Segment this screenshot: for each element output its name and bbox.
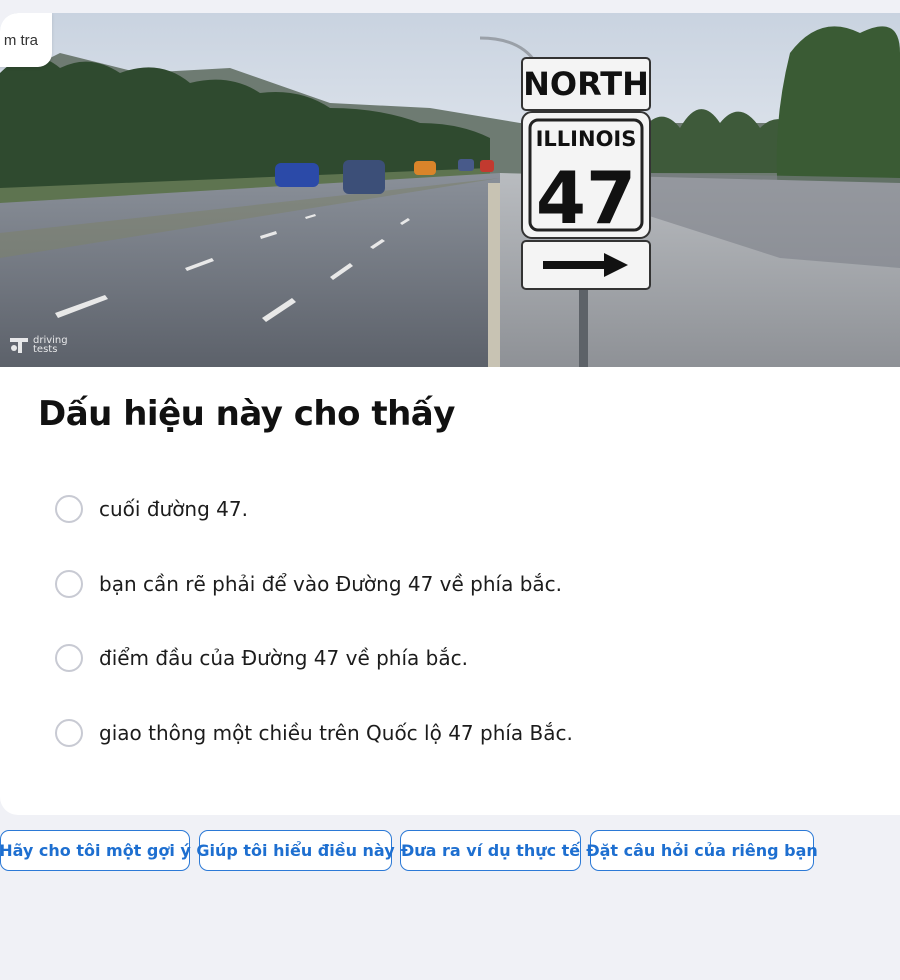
radio-button[interactable]: [55, 718, 83, 747]
answer-option-1[interactable]: cuối đường 47.: [55, 495, 573, 523]
answer-option-2[interactable]: bạn cần rẽ phải để vào Đường 47 về phía …: [55, 569, 573, 598]
sign-north-text: NORTH: [523, 65, 649, 103]
question-card: NORTH ILLINOIS 47 m tra driving tests Dấ…: [0, 13, 900, 815]
real-example-button[interactable]: Đưa ra ví dụ thực tế: [400, 830, 581, 871]
radio-button[interactable]: [55, 569, 83, 598]
check-button-label: m tra: [3, 31, 38, 49]
answer-option-label: giao thông một chiều trên Quốc lộ 47 phí…: [99, 720, 573, 745]
answer-option-3[interactable]: điểm đầu của Đường 47 về phía bắc.: [55, 644, 573, 672]
driving-tests-wordmark: driving tests: [33, 335, 68, 355]
radio-button[interactable]: [55, 644, 83, 672]
question-image: NORTH ILLINOIS 47: [0, 13, 900, 367]
answer-option-label: bạn cần rẽ phải để vào Đường 47 về phía …: [99, 571, 563, 596]
question-title: Dấu hiệu này cho thấy: [38, 394, 455, 434]
check-button[interactable]: m tra: [0, 13, 52, 67]
explain-button[interactable]: Giúp tôi hiểu điều này: [196, 830, 395, 871]
radio-button[interactable]: [55, 495, 83, 523]
driving-tests-logo: driving tests: [8, 335, 68, 355]
answer-options: cuối đường 47. bạn cần rẽ phải để vào Đư…: [55, 495, 573, 793]
answer-option-label: cuối đường 47.: [99, 497, 248, 521]
sign-number-text: 47: [536, 156, 636, 240]
answer-option-4[interactable]: giao thông một chiều trên Quốc lộ 47 phí…: [55, 718, 573, 747]
answer-option-label: điểm đầu của Đường 47 về phía bắc.: [99, 646, 468, 670]
hint-button[interactable]: Hãy cho tôi một gợi ý: [0, 830, 191, 871]
sign-state-text: ILLINOIS: [536, 127, 637, 151]
ask-own-question-button[interactable]: Đặt câu hỏi của riêng bạn: [586, 830, 818, 871]
driving-tests-logo-icon: [10, 338, 28, 353]
